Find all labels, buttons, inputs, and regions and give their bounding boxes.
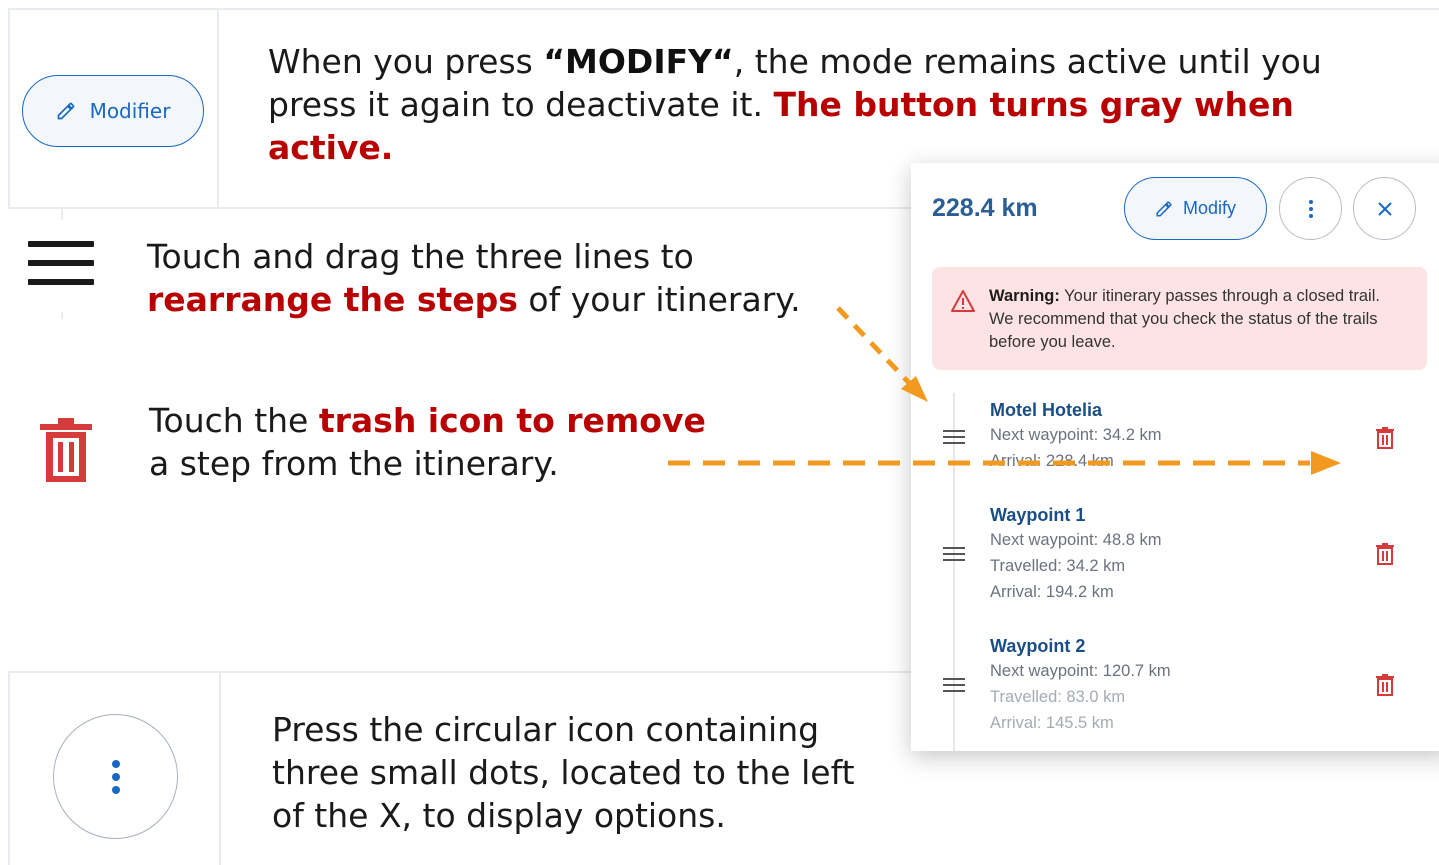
pencil-icon <box>1156 201 1172 216</box>
list-item: Motel Hotelia Next waypoint: 34.2 km Arr… <box>990 398 1162 474</box>
trash-icon[interactable] <box>1375 674 1395 696</box>
rearrange-keyword: rearrange the steps <box>147 280 518 319</box>
grid-line-left-top <box>8 8 10 208</box>
list-item: Waypoint 1 Next waypoint: 48.8 km Travel… <box>990 503 1162 605</box>
waypoint-detail: Next waypoint: 34.2 km <box>990 426 1162 444</box>
itinerary-panel: 228.4 km Modify Warning: Your itinerary … <box>911 163 1439 751</box>
drag-handle-icon[interactable] <box>943 678 965 696</box>
warning-label: Warning: <box>989 287 1060 305</box>
grid-line-col-top <box>217 8 219 208</box>
options-instruction: Press the circular icon containing three… <box>272 710 855 835</box>
dot-icon <box>111 785 120 794</box>
modify-instruction: When you press “MODIFY“, the mode remain… <box>268 42 1322 167</box>
close-icon <box>1377 201 1392 216</box>
waypoint-detail: Next waypoint: 120.7 km <box>990 662 1171 680</box>
pencil-icon <box>57 102 74 120</box>
grid-line-mid <box>8 207 913 209</box>
waypoint-detail: Arrival: 145.5 km <box>990 714 1114 732</box>
closed-trail-warning: Warning: Your itinerary passes through a… <box>932 267 1427 370</box>
total-distance: 228.4 km <box>932 194 1038 222</box>
modify-button[interactable]: Modify <box>1124 177 1267 240</box>
modifier-button-label: Modifier <box>89 99 171 123</box>
trash-instruction: Touch the trash icon to remove a step fr… <box>149 401 706 483</box>
grid-line-top <box>8 8 1439 10</box>
waypoint-detail: Arrival: 228.4 km <box>990 452 1114 470</box>
trash-icon <box>40 418 92 482</box>
waypoint-title: Motel Hotelia <box>990 400 1103 420</box>
arrow-to-drag-handle <box>836 306 914 388</box>
hamburger-icon <box>28 241 94 291</box>
modify-keyword: “MODIFY“ <box>543 42 734 81</box>
waypoint-detail: Arrival: 194.2 km <box>990 583 1114 601</box>
waypoint-title: Waypoint 1 <box>990 505 1086 525</box>
more-vertical-icon <box>1308 199 1313 204</box>
waypoint-detail: Travelled: 34.2 km <box>990 557 1126 575</box>
drag-handle-icon[interactable] <box>943 547 965 565</box>
options-button-example[interactable] <box>53 714 178 839</box>
close-button[interactable] <box>1353 177 1416 240</box>
waypoint-detail: Travelled: 83.0 km <box>990 688 1126 706</box>
more-options-button[interactable] <box>1279 177 1342 240</box>
grid-line-stub-b <box>61 312 63 319</box>
drag-handle-icon[interactable] <box>943 430 965 448</box>
dot-icon <box>111 772 120 781</box>
modify-button-label: Modify <box>1182 198 1236 218</box>
waypoint-detail: Next waypoint: 48.8 km <box>990 531 1162 549</box>
grid-line-bottom <box>8 671 913 673</box>
waypoint-title: Waypoint 2 <box>990 636 1086 656</box>
modifier-button-example[interactable]: Modifier <box>22 75 204 147</box>
dot-icon <box>111 759 120 768</box>
trash-icon[interactable] <box>1375 543 1395 565</box>
rearrange-instruction: Touch and drag the three lines to rearra… <box>147 237 801 319</box>
trash-keyword: trash icon to remove <box>318 401 706 440</box>
grid-line-stub-a <box>61 209 63 220</box>
warning-triangle-icon <box>951 290 975 312</box>
grid-line-left-bottom <box>8 671 10 865</box>
grid-line-col-bottom <box>219 671 221 865</box>
list-item: Waypoint 2 Next waypoint: 120.7 km Trave… <box>990 634 1171 736</box>
trash-icon[interactable] <box>1375 427 1395 449</box>
